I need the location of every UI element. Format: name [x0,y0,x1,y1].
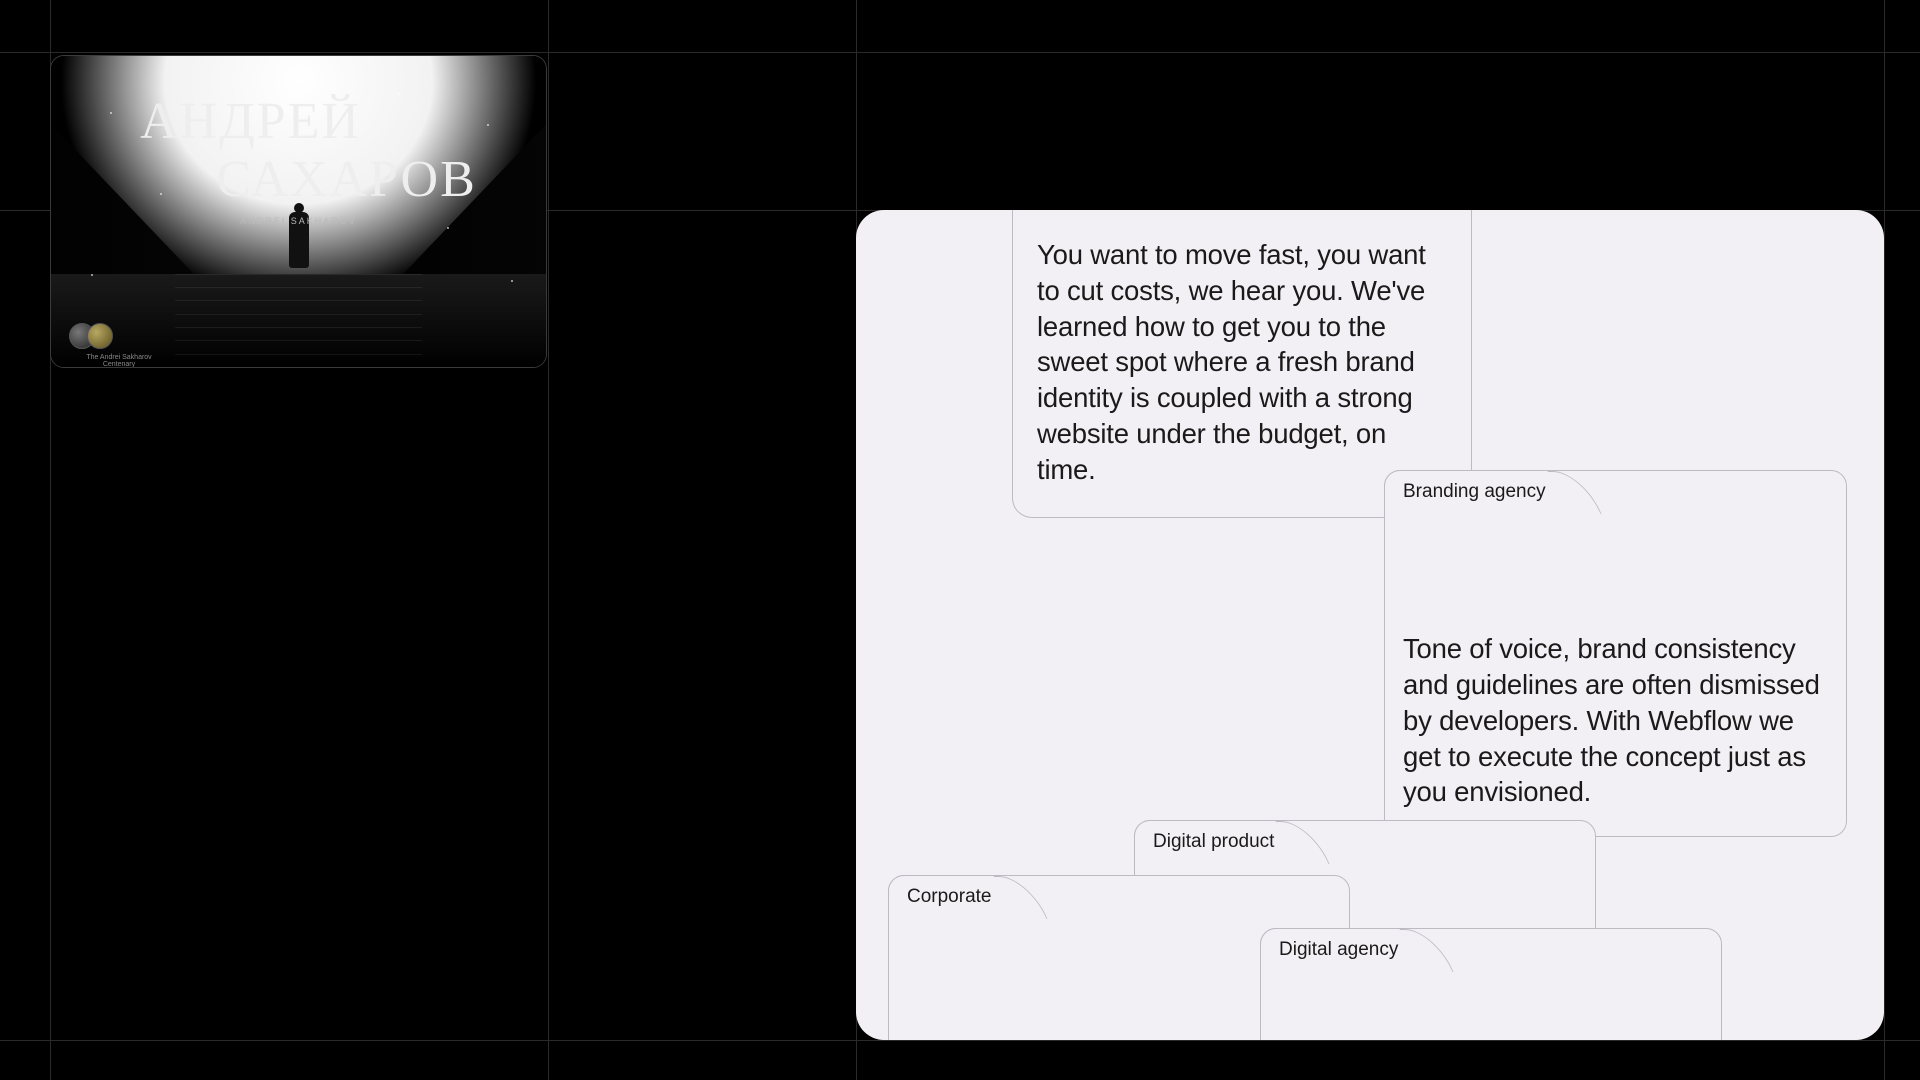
folder-tab-digital-agency[interactable]: Digital agency [1260,928,1421,970]
folder-tab-label: Digital product [1153,831,1274,853]
intro-text: You want to move fast, you want to cut c… [1037,237,1447,487]
thumb-stairs [175,274,423,367]
folder-tab-label: Digital agency [1279,939,1398,961]
folder-tab-branding[interactable]: Branding agency [1384,470,1569,512]
thumb-title-line2: САХАРОВ [99,154,547,206]
folder-tab-label: Branding agency [1403,481,1546,503]
folder-tab-corporate[interactable]: Corporate [888,875,1015,917]
thumb-title: АНДРЕЙ САХАРОВ [51,96,546,206]
thumb-badges: The Andrei Sakharov Centenary [69,323,113,349]
thumb-title-line1: АНДРЕЙ [50,96,498,148]
thumb-badge-label: The Andrei Sakharov Centenary [79,354,159,368]
folder-tab-label: Corporate [907,886,992,908]
thumb-subtitle: ANDREI SAKHAROV [51,216,546,226]
folder-digital-agency[interactable]: Digital agency [1260,928,1722,1040]
info-panel: You want to move fast, you want to cut c… [856,210,1884,1040]
folder-branding-agency[interactable]: Branding agency Tone of voice, brand con… [1384,470,1847,837]
silhouette-icon [287,203,311,269]
folder-body-branding: Tone of voice, brand consistency and gui… [1403,631,1822,810]
folder-tab-digital-product[interactable]: Digital product [1134,820,1297,862]
medal-icon [87,323,113,349]
project-thumbnail-sakharov[interactable]: АНДРЕЙ САХАРОВ ANDREI SAKHAROV The Andre… [50,55,547,368]
